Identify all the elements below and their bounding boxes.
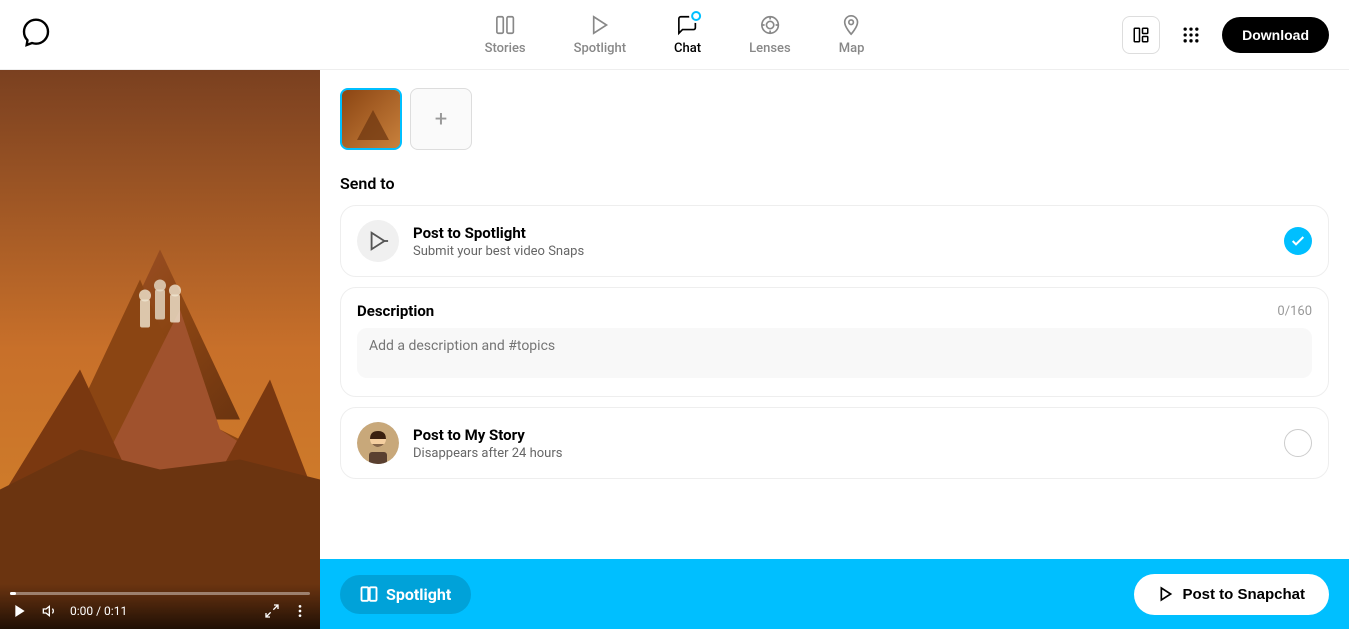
submit-bar: Spotlight Post to Snapchat [320, 559, 1349, 629]
top-nav: Stories Spotlight Chat [0, 0, 1349, 70]
description-input[interactable] [357, 328, 1312, 378]
stories-label: Stories [485, 41, 526, 56]
logo[interactable] [20, 17, 52, 53]
thumbnails-row: + [340, 80, 1329, 158]
controls-row: 0:00 / 0:11 [10, 601, 310, 621]
progress-bar[interactable] [10, 592, 310, 595]
thumbnail-image [342, 90, 400, 148]
spotlight-icon [588, 13, 612, 37]
apps-grid-button[interactable] [1172, 16, 1210, 54]
spotlight-option-icon-wrap [357, 220, 399, 262]
send-to-label: Send to [340, 174, 1329, 193]
spotlight-option-title: Post to Spotlight [413, 224, 1270, 242]
right-panel: + Send to Post to Spotlight Submit your … [320, 70, 1349, 629]
download-button[interactable]: Download [1222, 17, 1329, 53]
description-section: Description 0/160 [340, 287, 1329, 397]
map-icon [840, 13, 864, 37]
controls-right [262, 601, 310, 621]
story-option-title: Post to My Story [413, 426, 1270, 444]
play-button[interactable] [10, 601, 30, 621]
spotlight-check[interactable] [1284, 227, 1312, 255]
submit-spotlight-label: Spotlight [340, 575, 471, 614]
chat-icon-wrap [676, 13, 700, 37]
time-display: 0:00 / 0:11 [70, 604, 252, 618]
story-check[interactable] [1284, 429, 1312, 457]
nav-item-chat[interactable]: Chat [650, 5, 725, 64]
add-media-button[interactable]: + [410, 88, 472, 150]
nav-right: Download [1122, 16, 1329, 54]
video-panel: 0:00 / 0:11 [0, 70, 320, 629]
submit-bar-spacer [340, 489, 1329, 569]
description-label: Description [357, 302, 434, 320]
lenses-label: Lenses [749, 41, 791, 56]
more-options-button[interactable] [290, 601, 310, 621]
video-container: 0:00 / 0:11 [0, 70, 320, 629]
volume-button[interactable] [40, 601, 60, 621]
sidebar-toggle-button[interactable] [1122, 16, 1160, 54]
post-to-snapchat-button[interactable]: Post to Snapchat [1134, 574, 1329, 615]
description-count: 0/160 [1277, 304, 1312, 319]
stories-icon [493, 13, 517, 37]
chat-label: Chat [674, 41, 701, 56]
spotlight-option-sub: Submit your best video Snaps [413, 244, 1270, 259]
nav-item-stories[interactable]: Stories [461, 5, 550, 64]
chat-badge-dot [690, 9, 704, 23]
video-background [0, 70, 320, 629]
fullscreen-button[interactable] [262, 601, 282, 621]
story-option-info: Post to My Story Disappears after 24 hou… [413, 426, 1270, 461]
story-avatar [357, 422, 399, 464]
lenses-icon [758, 13, 782, 37]
spotlight-option-info: Post to Spotlight Submit your best video… [413, 224, 1270, 259]
nav-center: Stories Spotlight Chat [461, 5, 889, 64]
progress-fill [10, 592, 16, 595]
thumbnail-selected[interactable] [340, 88, 402, 150]
nav-item-map[interactable]: Map [815, 5, 889, 64]
main-content: 0:00 / 0:11 [0, 70, 1349, 629]
story-option-sub: Disappears after 24 hours [413, 446, 1270, 461]
description-header: Description 0/160 [357, 302, 1312, 320]
post-spotlight-card[interactable]: Post to Spotlight Submit your best video… [340, 205, 1329, 277]
post-story-card[interactable]: Post to My Story Disappears after 24 hou… [340, 407, 1329, 479]
nav-item-lenses[interactable]: Lenses [725, 5, 815, 64]
video-controls: 0:00 / 0:11 [0, 584, 320, 629]
nav-item-spotlight[interactable]: Spotlight [550, 5, 650, 64]
spotlight-label: Spotlight [574, 41, 626, 56]
map-label: Map [839, 41, 865, 56]
